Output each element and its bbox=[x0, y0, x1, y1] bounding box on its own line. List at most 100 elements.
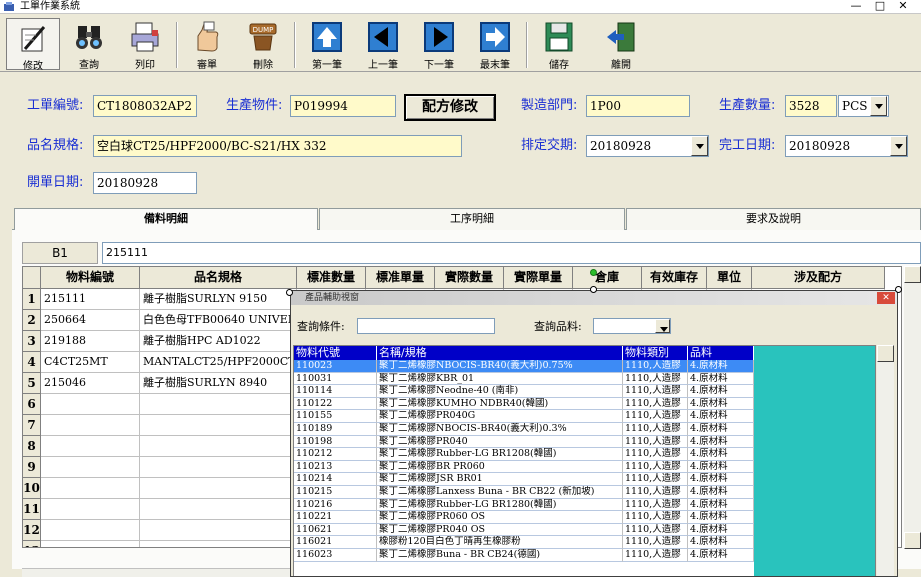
list-cell[interactable]: 1110,人造膠 bbox=[623, 511, 688, 524]
row-header[interactable]: 13 bbox=[23, 541, 41, 547]
grid-cell[interactable] bbox=[140, 499, 297, 520]
list-cell[interactable]: 聚丁二烯橡膠Rubber-LG BR1208(韓國) bbox=[377, 448, 623, 461]
list-cell[interactable]: 聚丁二烯橡膠Rubber-LG BR1280(韓國) bbox=[377, 498, 623, 512]
grid-cell[interactable] bbox=[140, 436, 297, 457]
list-cell[interactable]: 1110,人造膠 bbox=[623, 498, 688, 512]
save-button[interactable]: 儲存 bbox=[532, 18, 586, 71]
grid-cell[interactable] bbox=[140, 520, 297, 541]
tab-processes[interactable]: 工序明細 bbox=[319, 208, 625, 230]
list-cell[interactable]: 1110,人造膠 bbox=[623, 423, 688, 436]
grid-cell[interactable]: 250664 bbox=[41, 310, 140, 331]
popup-vertical-scrollbar[interactable] bbox=[877, 345, 894, 576]
row-header[interactable]: 12 bbox=[23, 520, 41, 541]
list-cell[interactable]: 聚丁二烯橡膠PR040 bbox=[377, 435, 623, 449]
list-cell[interactable]: 4.原材料 bbox=[688, 460, 754, 474]
list-cell[interactable]: 1110,人造膠 bbox=[623, 410, 688, 423]
column-header[interactable]: 標准單量 bbox=[366, 267, 435, 289]
column-header[interactable]: 實際數量 bbox=[435, 267, 504, 289]
finish-date-dropdown-icon[interactable] bbox=[890, 136, 907, 156]
list-cell[interactable]: 110023 bbox=[294, 360, 377, 373]
grid-cell[interactable] bbox=[140, 394, 297, 415]
list-cell[interactable]: 4.原材料 bbox=[688, 523, 754, 537]
list-cell[interactable]: 4.原材料 bbox=[688, 473, 754, 486]
last-record-button[interactable]: 最末筆 bbox=[468, 18, 522, 71]
list-cell[interactable]: 110221 bbox=[294, 511, 377, 524]
list-cell[interactable]: 1110,人造膠 bbox=[623, 536, 688, 549]
delete-button[interactable]: DUMP 刪除 bbox=[236, 18, 290, 71]
list-cell[interactable]: 4.原材料 bbox=[688, 372, 754, 386]
list-cell[interactable]: 4.原材料 bbox=[688, 448, 754, 461]
list-cell[interactable]: 聚丁二烯橡膠JSR BR01 bbox=[377, 473, 623, 486]
rotate-handle[interactable] bbox=[590, 269, 597, 276]
row-header[interactable]: 5 bbox=[23, 373, 41, 394]
list-cell[interactable]: 4.原材料 bbox=[688, 360, 754, 373]
list-cell[interactable]: 110198 bbox=[294, 435, 377, 449]
list-header[interactable]: 品料 bbox=[688, 346, 754, 360]
maximize-button[interactable]: □ bbox=[872, 0, 888, 13]
query-condition-input[interactable] bbox=[357, 318, 495, 334]
list-cell[interactable]: 110155 bbox=[294, 410, 377, 423]
row-header[interactable]: 1 bbox=[23, 289, 41, 310]
close-button[interactable]: ✕ bbox=[895, 0, 911, 13]
resize-handle[interactable] bbox=[895, 286, 902, 293]
popup-close-icon[interactable]: ✕ bbox=[877, 292, 895, 304]
list-cell[interactable]: 4.原材料 bbox=[688, 549, 754, 562]
popup-scroll-up-icon[interactable] bbox=[877, 345, 894, 362]
edit-button[interactable]: 修改 bbox=[6, 18, 60, 72]
list-cell[interactable]: 110031 bbox=[294, 372, 377, 386]
grid-cell[interactable] bbox=[140, 415, 297, 436]
grid-cell[interactable] bbox=[41, 541, 140, 547]
list-cell[interactable]: 聚丁二烯橡膠Lanxess Buna - BR CB22 (新加坡) bbox=[377, 486, 623, 499]
list-cell[interactable]: 4.原材料 bbox=[688, 423, 754, 436]
list-cell[interactable]: 橡膠粉120目白色丁晴再生橡膠粉 bbox=[377, 536, 623, 549]
scroll-down-icon[interactable] bbox=[904, 532, 921, 549]
row-header[interactable]: 11 bbox=[23, 499, 41, 520]
column-header[interactable]: 有效庫存 bbox=[642, 267, 707, 289]
unit-dropdown-icon[interactable] bbox=[870, 96, 887, 116]
grid-cell[interactable]: 離子樹脂SURLYN 8940 bbox=[140, 373, 297, 394]
resize-handle[interactable] bbox=[286, 289, 293, 296]
list-cell[interactable]: 聚丁二烯橡膠PR040 OS bbox=[377, 523, 623, 537]
qty-field[interactable]: 3528 bbox=[785, 95, 837, 117]
list-cell[interactable]: 110212 bbox=[294, 448, 377, 461]
list-header[interactable]: 名稱/規格 bbox=[377, 346, 623, 360]
list-cell[interactable]: 1110,人造膠 bbox=[623, 549, 688, 562]
list-cell[interactable]: 1110,人造膠 bbox=[623, 523, 688, 537]
list-cell[interactable]: 1110,人造膠 bbox=[623, 397, 688, 411]
column-header[interactable]: 物料編號 bbox=[41, 267, 140, 289]
row-header[interactable]: 10 bbox=[23, 478, 41, 499]
list-cell[interactable]: 1110,人造膠 bbox=[623, 460, 688, 474]
list-cell[interactable]: 4.原材料 bbox=[688, 498, 754, 512]
row-header[interactable]: 4 bbox=[23, 352, 41, 373]
column-header[interactable]: 品名規格 bbox=[140, 267, 297, 289]
list-cell[interactable]: 110215 bbox=[294, 486, 377, 499]
scroll-up-icon[interactable] bbox=[904, 266, 921, 283]
list-header[interactable]: 物料代號 bbox=[294, 346, 377, 360]
grid-cell[interactable] bbox=[41, 436, 140, 457]
grid-cell[interactable]: MANTALCT25/HPF2000CT25 bbox=[140, 352, 297, 373]
list-cell[interactable]: 110114 bbox=[294, 385, 377, 398]
recipe-edit-button[interactable]: 配方修改 bbox=[404, 94, 496, 121]
list-cell[interactable]: 110621 bbox=[294, 523, 377, 537]
grid-cell[interactable] bbox=[140, 541, 297, 547]
grid-cell[interactable] bbox=[41, 415, 140, 436]
due-date-dropdown-icon[interactable] bbox=[691, 136, 708, 156]
query-type-dropdown-icon[interactable] bbox=[655, 319, 670, 333]
grid-cell[interactable] bbox=[41, 394, 140, 415]
list-cell[interactable]: 110189 bbox=[294, 423, 377, 436]
list-cell[interactable]: 1110,人造膠 bbox=[623, 385, 688, 398]
grid-cell[interactable]: 215046 bbox=[41, 373, 140, 394]
row-header[interactable]: 2 bbox=[23, 310, 41, 331]
list-cell[interactable]: 110214 bbox=[294, 473, 377, 486]
row-header[interactable]: 7 bbox=[23, 415, 41, 436]
row-header[interactable]: 6 bbox=[23, 394, 41, 415]
grid-cell[interactable] bbox=[41, 499, 140, 520]
formula-input[interactable]: 215111 bbox=[102, 242, 921, 264]
list-cell[interactable]: 聚丁二烯橡膠NBOCIS-BR40(義大利)0.75% bbox=[377, 360, 623, 373]
open-date-field[interactable]: 20180928 bbox=[93, 172, 197, 194]
list-cell[interactable]: 1110,人造膠 bbox=[623, 360, 688, 373]
list-cell[interactable]: 4.原材料 bbox=[688, 486, 754, 499]
column-header[interactable]: 倉庫 bbox=[573, 267, 642, 289]
grid-cell[interactable]: C4CT25MT bbox=[41, 352, 140, 373]
row-header[interactable]: 8 bbox=[23, 436, 41, 457]
